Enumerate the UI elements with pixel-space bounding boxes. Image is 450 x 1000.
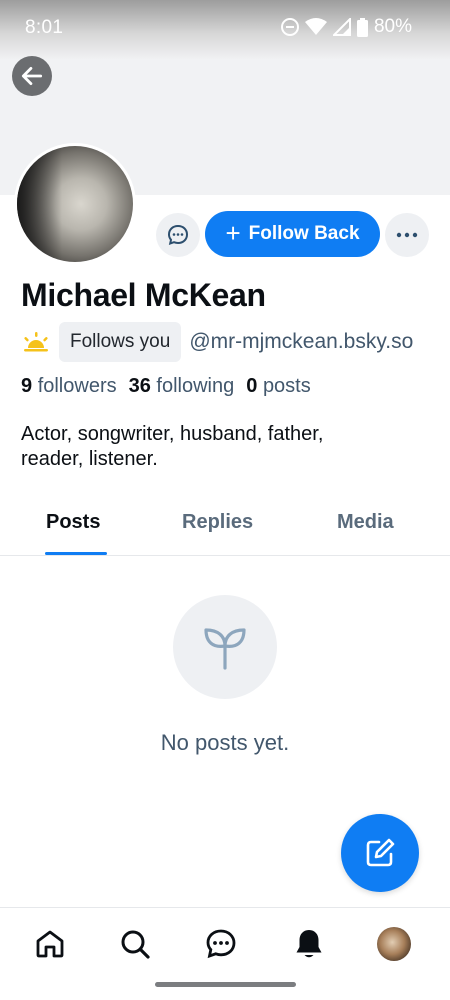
active-tab-indicator (45, 552, 107, 555)
followers-count: 9 (21, 375, 33, 397)
followers-stat[interactable]: 9 followers (21, 375, 117, 398)
nav-notifications[interactable] (288, 924, 330, 964)
message-button[interactable] (156, 213, 200, 257)
cell-signal-icon (332, 18, 351, 36)
status-bar: 8:01 80% (0, 0, 450, 56)
home-indicator[interactable] (155, 982, 296, 987)
empty-state-message: No posts yet. (160, 730, 290, 755)
profile-avatar-small (377, 927, 411, 961)
search-icon (121, 930, 150, 959)
do-not-disturb-icon (280, 18, 299, 36)
profile-stats: 9 followers 36 following 0 posts (21, 375, 311, 398)
follow-back-label: Follow Back (248, 223, 360, 244)
posts-count: 0 (246, 375, 258, 397)
profile-meta-row: Follows you @mr-mjmckean.bsky.so (21, 322, 450, 362)
tab-replies[interactable]: Replies (182, 511, 253, 534)
wifi-icon (304, 18, 327, 35)
status-time: 8:01 (25, 17, 64, 38)
arrow-left-icon (21, 67, 43, 85)
home-icon (36, 930, 64, 958)
empty-state-illustration (173, 595, 277, 699)
followers-label: followers (37, 375, 117, 397)
compose-icon (366, 838, 395, 867)
plus-icon: + (225, 218, 241, 248)
compose-button[interactable] (341, 814, 419, 892)
avatar-image (17, 146, 133, 262)
ellipsis-icon (396, 232, 418, 238)
tab-media[interactable]: Media (337, 511, 394, 534)
sprout-icon (204, 628, 246, 670)
nav-search[interactable] (114, 924, 156, 964)
follow-back-button[interactable]: + Follow Back (205, 211, 380, 257)
profile-avatar[interactable] (14, 143, 136, 265)
bio-line: Actor, songwriter, husband, father, (21, 423, 324, 445)
tab-posts[interactable]: Posts (46, 511, 100, 534)
chat-bubble-icon (167, 224, 189, 246)
nav-home[interactable] (29, 924, 71, 964)
profile-bio: Actor, songwriter, husband, father, read… (21, 422, 421, 472)
nav-profile[interactable] (373, 924, 415, 964)
profile-tabs: Posts Replies Media (0, 500, 450, 556)
nav-chat[interactable] (200, 924, 242, 964)
following-stat[interactable]: 36 following (129, 375, 235, 398)
status-icons: 80% (280, 16, 412, 38)
chat-icon (206, 929, 236, 959)
battery-icon (356, 17, 368, 37)
bio-line: reader, listener. (21, 448, 158, 470)
following-label: following (156, 375, 235, 397)
display-name: Michael McKean (21, 277, 266, 313)
bell-icon (296, 930, 322, 958)
posts-stat: 0 posts (246, 375, 311, 398)
sunrise-icon (21, 330, 51, 354)
profile-handle: @mr-mjmckean.bsky.so (189, 330, 414, 353)
following-count: 36 (128, 375, 151, 397)
more-options-button[interactable] (385, 213, 429, 257)
posts-label: posts (262, 375, 311, 397)
battery-percent: 80% (373, 16, 412, 37)
follows-you-badge: Follows you (59, 322, 182, 362)
back-button[interactable] (12, 56, 52, 96)
